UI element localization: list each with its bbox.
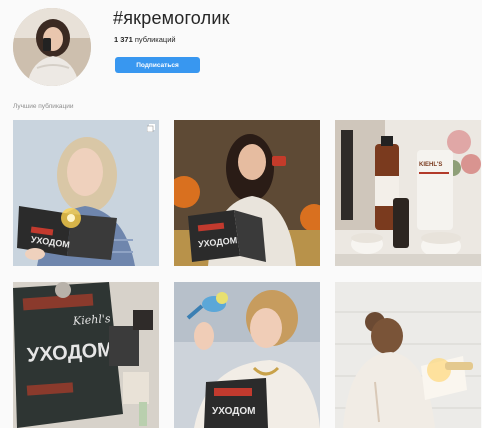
avatar-photo (13, 8, 91, 86)
follow-button[interactable]: Подписаться (115, 57, 200, 73)
post-tile-2[interactable]: УХОДОМ (174, 120, 320, 266)
top-posts-label: Лучшие публикации (13, 103, 74, 110)
post-tile-1[interactable]: УХОДОМ (13, 120, 159, 266)
post-tile-6[interactable] (335, 282, 481, 428)
post-tile-4[interactable]: Kiehl's УХОДОМ (13, 282, 159, 428)
hashtag-page: #якремоголик 1 371 публикаций Подписатьс… (0, 0, 482, 428)
post-image-1: УХОДОМ (13, 120, 159, 266)
hashtag-title: #якремоголик (113, 8, 230, 28)
hashtag-avatar (13, 8, 91, 86)
post-image-4: Kiehl's УХОДОМ (13, 282, 159, 428)
brand-label-4: Kiehl's (72, 312, 112, 328)
post-image-6 (335, 282, 481, 428)
posts-count: 1 371 публикаций (114, 35, 176, 44)
multiple-photos-icon (147, 124, 155, 132)
post-tile-5[interactable]: УХОДОМ (174, 282, 320, 428)
posts-count-label: публикаций (134, 35, 176, 44)
post-image-3: KIEHL'S (335, 120, 481, 266)
brand-label-3: KIEHL'S (419, 162, 442, 168)
posts-count-number: 1 371 (114, 35, 133, 44)
post-tile-3[interactable]: KIEHL'S (335, 120, 481, 266)
post-image-5: УХОДОМ (174, 282, 320, 428)
post-image-2: УХОДОМ (174, 120, 320, 266)
book-title-5: УХОДОМ (212, 406, 256, 417)
